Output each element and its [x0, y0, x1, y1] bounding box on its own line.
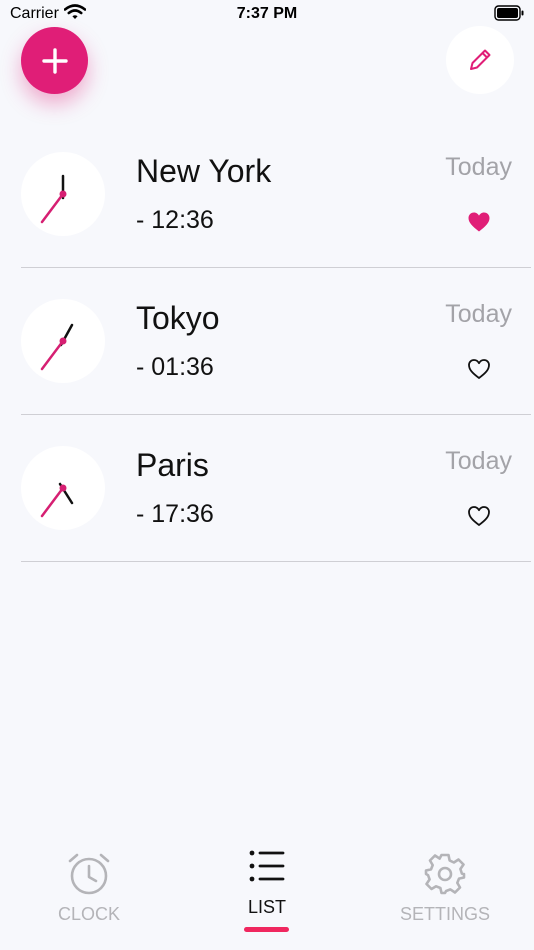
battery-icon — [494, 5, 524, 21]
analog-clock — [21, 152, 105, 236]
add-city-button[interactable] — [21, 27, 88, 94]
tab-settings-label: SETTINGS — [399, 904, 490, 924]
list-icon — [249, 850, 285, 882]
clock-hands-icon — [40, 174, 67, 224]
edit-button[interactable] — [446, 26, 514, 94]
status-bar: Carrier 7:37 PM — [0, 0, 534, 28]
city-time-offset: - 17:36 — [136, 500, 214, 528]
tab-settings[interactable]: SETTINGS — [356, 840, 534, 950]
tab-list-icon-wrap — [178, 850, 356, 882]
city-name: New York — [136, 153, 272, 189]
clock-hands-icon — [40, 482, 74, 518]
day-label: Today — [445, 153, 512, 181]
city-time-offset: - 01:36 — [136, 353, 214, 381]
alarm-clock-icon — [68, 853, 110, 895]
city-row-paris[interactable]: Paris - 17:36 Today — [21, 415, 531, 562]
tab-list[interactable]: LIST — [178, 840, 356, 950]
city-time-offset: - 12:36 — [136, 206, 214, 234]
plus-icon — [41, 47, 68, 74]
active-tab-indicator — [244, 927, 289, 932]
clock-hands-icon — [40, 323, 74, 371]
heart-outline-icon[interactable] — [467, 505, 491, 527]
day-label: Today — [445, 447, 512, 475]
heart-filled-icon[interactable] — [467, 211, 491, 233]
city-name: Tokyo — [136, 300, 220, 336]
city-list: New York - 12:36 Today Tokyo - 01:36 Tod… — [21, 121, 531, 562]
day-label: Today — [445, 300, 512, 328]
tab-clock-label: CLOCK — [57, 904, 120, 924]
pencil-icon — [470, 49, 491, 70]
tab-bar: CLOCK LIST SETTINGS — [0, 840, 534, 950]
gear-icon — [424, 853, 466, 895]
city-name: Paris — [136, 447, 209, 483]
status-time: 7:37 PM — [236, 5, 298, 22]
analog-clock — [21, 446, 105, 530]
tab-list-label: LIST — [247, 897, 286, 917]
tab-settings-icon-wrap — [356, 853, 534, 895]
tab-clock-icon-wrap — [0, 852, 178, 896]
tab-clock[interactable]: CLOCK — [0, 840, 178, 950]
heart-outline-icon[interactable] — [467, 358, 491, 380]
city-row-tokyo[interactable]: Tokyo - 01:36 Today — [21, 268, 531, 415]
city-row-new-york[interactable]: New York - 12:36 Today — [21, 121, 531, 268]
analog-clock — [21, 299, 105, 383]
